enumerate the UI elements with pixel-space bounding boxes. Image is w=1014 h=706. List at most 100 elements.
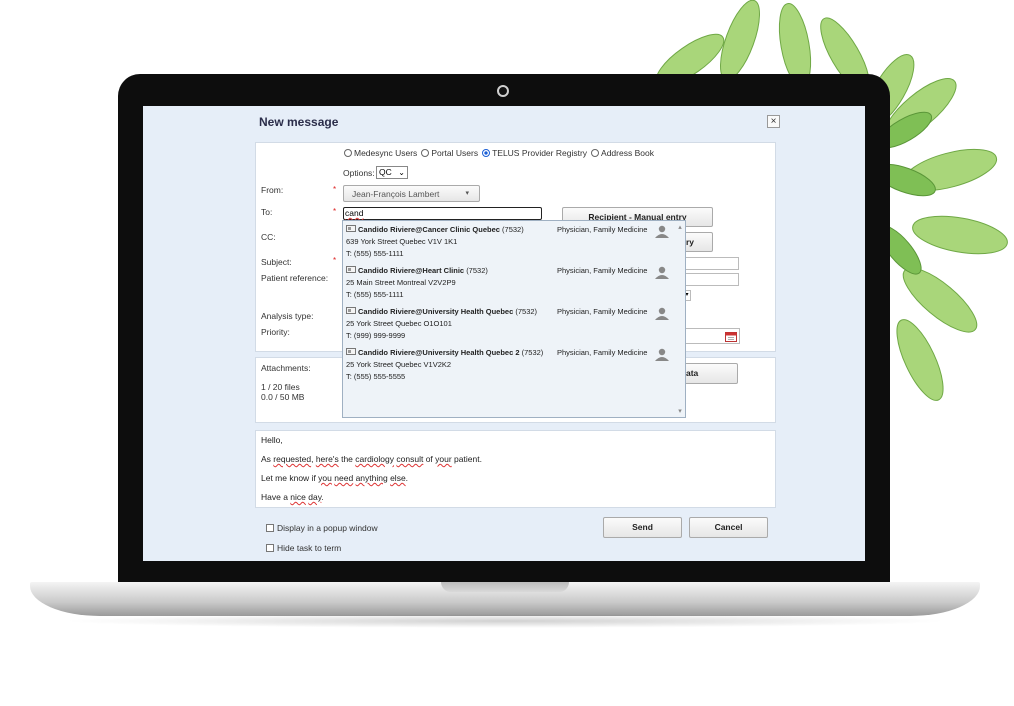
suggestion-specialty: Physician, Family Medicine <box>557 225 648 234</box>
suggestion-item[interactable]: Candido Riviere@Cancer Clinic Quebec (75… <box>346 225 680 258</box>
recipient-type-group: Medesync Users Portal Users TELUS Provid… <box>344 148 654 158</box>
close-icon[interactable]: × <box>767 115 780 128</box>
radio-medesync-icon <box>344 149 352 157</box>
data-button-label: ata <box>686 368 699 378</box>
checkbox-icon <box>266 524 274 532</box>
message-line-4: Have a nice day. <box>261 492 324 502</box>
from-label: From: <box>261 185 284 195</box>
priority-label: Priority: <box>261 327 290 337</box>
radio-telus-icon <box>482 149 491 157</box>
radio-portal-icon <box>421 149 430 157</box>
contact-card-icon <box>346 348 356 355</box>
message-text: need <box>334 473 354 483</box>
radio-label: Address Book <box>601 148 654 158</box>
patient-reference-input[interactable] <box>683 273 739 286</box>
to-required: * <box>333 207 337 216</box>
radio-medesync-users[interactable]: Medesync Users <box>344 148 417 158</box>
message-text: Let me know if <box>261 473 319 483</box>
send-button[interactable]: Send <box>603 517 682 538</box>
attachments-label: Attachments: <box>261 363 311 373</box>
data-button[interactable]: ata <box>683 363 738 384</box>
radio-telus-provider-registry[interactable]: TELUS Provider Registry <box>482 148 587 158</box>
message-line-3: Let me know if you need anything else. <box>261 473 408 483</box>
suggestion-phone: T: (999) 999-9999 <box>346 331 406 340</box>
screen: New message × Medesync Users Portal User… <box>143 106 865 561</box>
from-select[interactable]: Jean-François Lambert ▾ <box>343 185 480 202</box>
dialog-title: New message <box>259 115 339 129</box>
patient-reference-label: Patient reference: <box>261 273 329 283</box>
suggestion-phone: T: (555) 555-1111 <box>346 290 404 299</box>
calendar-icon[interactable] <box>725 331 737 342</box>
laptop-notch <box>441 582 569 592</box>
suggestion-address: 25 York Street Quebec O1O101 <box>346 319 452 328</box>
radio-address-book[interactable]: Address Book <box>591 148 654 158</box>
message-text: Have a <box>261 492 291 502</box>
message-text: your <box>435 454 452 464</box>
attachments-files: 1 / 20 files <box>261 382 300 392</box>
subject-label: Subject: <box>261 257 292 267</box>
suggestion-code: (7532) <box>521 348 544 357</box>
from-value: Jean-François Lambert <box>352 189 440 199</box>
analysis-type-label: Analysis type: <box>261 311 314 321</box>
message-line-1: Hello, <box>261 435 283 445</box>
message-text: requested <box>273 454 312 464</box>
chevron-down-icon: ⌄ <box>398 168 405 177</box>
options-select[interactable]: QC ⌄ <box>376 166 408 179</box>
contact-card-icon <box>346 307 356 314</box>
suggestion-item[interactable]: Candido Riviere@University Health Quebec… <box>346 307 680 340</box>
message-text: As <box>261 454 274 464</box>
popup-checkbox-label: Display in a popup window <box>277 523 378 533</box>
person-icon <box>655 266 669 279</box>
cc-label: CC: <box>261 232 276 242</box>
scroll-up-icon[interactable]: ▴ <box>676 223 684 231</box>
recipient-suggestions: Candido Riviere@Cancer Clinic Quebec (75… <box>342 220 686 418</box>
scroll-down-icon[interactable]: ▾ <box>676 407 684 415</box>
message-text: patient. <box>451 454 482 464</box>
suggestion-code: (7532) <box>515 307 538 316</box>
person-icon <box>655 348 669 361</box>
message-text: consult <box>396 454 424 464</box>
message-text: of <box>423 454 436 464</box>
message-text: . <box>321 492 324 502</box>
suggestion-phone: T: (555) 555-5555 <box>346 372 406 381</box>
to-input[interactable]: cand <box>343 207 542 220</box>
suggestion-address: 25 York Street Quebec V1V2K2 <box>346 360 452 369</box>
message-text: cardiology <box>355 454 395 464</box>
radio-label: TELUS Provider Registry <box>492 148 588 158</box>
radio-label: Portal Users <box>431 148 479 158</box>
suggestion-phone: T: (555) 555-1111 <box>346 249 404 258</box>
message-text: you <box>318 473 332 483</box>
message-text: else <box>390 473 406 483</box>
message-text: . <box>405 473 409 483</box>
priority-date-input[interactable] <box>683 328 740 344</box>
suggestion-address: 25 Main Street Montreal V2V2P9 <box>346 278 456 287</box>
suggestions-scrollbar[interactable]: ▴ ▾ <box>676 223 684 415</box>
suggestion-code: (7532) <box>466 266 488 275</box>
subject-input[interactable] <box>683 257 739 270</box>
person-icon <box>655 225 669 238</box>
chevron-down-icon: ▾ <box>465 190 469 197</box>
message-body[interactable] <box>255 430 776 508</box>
suggestion-code: (7532) <box>502 225 524 234</box>
options-value: QC <box>379 167 392 177</box>
message-text: here's <box>315 454 339 464</box>
message-text: day <box>308 492 322 502</box>
registry-button-label: ry <box>685 237 694 247</box>
radio-label: Medesync Users <box>354 148 418 158</box>
attachments-size: 0.0 / 50 MB <box>261 392 305 402</box>
suggestion-name: Candido Riviere@University Health Quebec <box>358 307 514 316</box>
hide-task-checkbox[interactable]: Hide task to term <box>266 543 341 553</box>
options-label: Options: <box>343 168 375 178</box>
radio-address-icon <box>591 149 600 157</box>
suggestion-item[interactable]: Candido Riviere@University Health Quebec… <box>346 348 680 381</box>
suggestion-name: Candido Riviere@Cancer Clinic Quebec <box>358 225 500 234</box>
cancel-button[interactable]: Cancel <box>689 517 768 538</box>
contact-card-icon <box>346 225 356 232</box>
suggestion-name: Candido Riviere@University Health Quebec… <box>358 348 520 357</box>
suggestion-name: Candido Riviere@Heart Clinic <box>358 266 465 275</box>
camera-icon <box>497 85 509 97</box>
radio-portal-users[interactable]: Portal Users <box>421 148 478 158</box>
suggestion-item[interactable]: Candido Riviere@Heart Clinic (7532) 25 M… <box>346 266 680 299</box>
hide-task-checkbox-label: Hide task to term <box>277 543 342 553</box>
popup-checkbox[interactable]: Display in a popup window <box>266 523 378 533</box>
